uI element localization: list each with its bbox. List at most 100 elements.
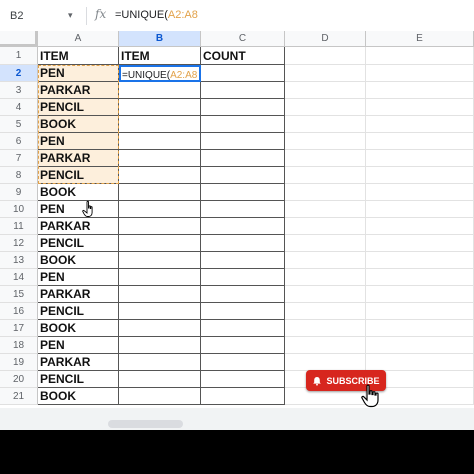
cell-c14[interactable]: [201, 269, 285, 286]
row-header[interactable]: 4: [0, 99, 38, 116]
cell-c10[interactable]: [201, 201, 285, 218]
cell-e16[interactable]: [366, 303, 474, 320]
cell-c19[interactable]: [201, 354, 285, 371]
cell-b21[interactable]: [119, 388, 201, 405]
column-header-b[interactable]: B: [119, 31, 201, 47]
row-header[interactable]: 8: [0, 167, 38, 184]
cell-e17[interactable]: [366, 320, 474, 337]
cell-d1[interactable]: [285, 47, 366, 65]
cell-c9[interactable]: [201, 184, 285, 201]
cell-b19[interactable]: [119, 354, 201, 371]
row-header[interactable]: 14: [0, 269, 38, 286]
cell-e3[interactable]: [366, 82, 474, 99]
cell-a3[interactable]: PARKAR: [38, 82, 119, 99]
row-header[interactable]: 2: [0, 65, 38, 82]
cell-e7[interactable]: [366, 150, 474, 167]
column-header-c[interactable]: C: [201, 31, 285, 47]
cell-d6[interactable]: [285, 133, 366, 150]
cell-b13[interactable]: [119, 252, 201, 269]
cell-a4[interactable]: PENCIL: [38, 99, 119, 116]
row-header[interactable]: 16: [0, 303, 38, 320]
name-box[interactable]: B2 ▾: [4, 6, 82, 26]
cell-c4[interactable]: [201, 99, 285, 116]
cell-d7[interactable]: [285, 150, 366, 167]
cell-e9[interactable]: [366, 184, 474, 201]
cell-e1[interactable]: [366, 47, 474, 65]
cell-b10[interactable]: [119, 201, 201, 218]
cell-d14[interactable]: [285, 269, 366, 286]
row-header[interactable]: 7: [0, 150, 38, 167]
column-header-a[interactable]: A: [38, 31, 119, 47]
cell-a7[interactable]: PARKAR: [38, 150, 119, 167]
cell-d4[interactable]: [285, 99, 366, 116]
cell-a18[interactable]: PEN: [38, 337, 119, 354]
chevron-down-icon[interactable]: ▾: [68, 10, 73, 21]
cell-e8[interactable]: [366, 167, 474, 184]
cell-b18[interactable]: [119, 337, 201, 354]
cell-a9[interactable]: BOOK: [38, 184, 119, 201]
cell-e18[interactable]: [366, 337, 474, 354]
cell-e13[interactable]: [366, 252, 474, 269]
cell-c1[interactable]: COUNT: [201, 47, 285, 65]
cell-d13[interactable]: [285, 252, 366, 269]
cell-a1[interactable]: ITEM: [38, 47, 119, 65]
cell-d5[interactable]: [285, 116, 366, 133]
row-header[interactable]: 11: [0, 218, 38, 235]
cell-e5[interactable]: [366, 116, 474, 133]
cell-c16[interactable]: [201, 303, 285, 320]
cell-c2[interactable]: [201, 65, 285, 82]
cell-d11[interactable]: [285, 218, 366, 235]
cell-e15[interactable]: [366, 286, 474, 303]
cell-c15[interactable]: [201, 286, 285, 303]
cell-b3[interactable]: [119, 82, 201, 99]
cell-c18[interactable]: [201, 337, 285, 354]
cell-a14[interactable]: PEN: [38, 269, 119, 286]
cell-e11[interactable]: [366, 218, 474, 235]
cell-b5[interactable]: [119, 116, 201, 133]
cell-e19[interactable]: [366, 354, 474, 371]
cell-c3[interactable]: [201, 82, 285, 99]
cell-b20[interactable]: [119, 371, 201, 388]
cell-a2[interactable]: PEN: [38, 65, 119, 82]
row-header[interactable]: 21: [0, 388, 38, 405]
cell-a12[interactable]: PENCIL: [38, 235, 119, 252]
cell-c12[interactable]: [201, 235, 285, 252]
cell-b11[interactable]: [119, 218, 201, 235]
row-header[interactable]: 10: [0, 201, 38, 218]
cell-b1[interactable]: ITEM: [119, 47, 201, 65]
cell-d16[interactable]: [285, 303, 366, 320]
cell-c6[interactable]: [201, 133, 285, 150]
cell-c17[interactable]: [201, 320, 285, 337]
cell-b9[interactable]: [119, 184, 201, 201]
cell-c13[interactable]: [201, 252, 285, 269]
row-header[interactable]: 20: [0, 371, 38, 388]
cell-e6[interactable]: [366, 133, 474, 150]
cell-d9[interactable]: [285, 184, 366, 201]
row-header[interactable]: 6: [0, 133, 38, 150]
cell-c21[interactable]: [201, 388, 285, 405]
cell-c11[interactable]: [201, 218, 285, 235]
row-header[interactable]: 3: [0, 82, 38, 99]
cell-a8[interactable]: PENCIL: [38, 167, 119, 184]
cell-d8[interactable]: [285, 167, 366, 184]
cell-e4[interactable]: [366, 99, 474, 116]
select-all-corner[interactable]: [0, 31, 38, 47]
cell-c5[interactable]: [201, 116, 285, 133]
cell-d17[interactable]: [285, 320, 366, 337]
cell-a17[interactable]: BOOK: [38, 320, 119, 337]
row-header[interactable]: 17: [0, 320, 38, 337]
scrollbar-thumb[interactable]: [108, 420, 183, 428]
row-header[interactable]: 15: [0, 286, 38, 303]
row-header[interactable]: 5: [0, 116, 38, 133]
cell-b4[interactable]: [119, 99, 201, 116]
row-header[interactable]: 18: [0, 337, 38, 354]
row-header[interactable]: 9: [0, 184, 38, 201]
cell-d3[interactable]: [285, 82, 366, 99]
cell-a13[interactable]: BOOK: [38, 252, 119, 269]
cell-d10[interactable]: [285, 201, 366, 218]
cell-a15[interactable]: PARKAR: [38, 286, 119, 303]
cell-d12[interactable]: [285, 235, 366, 252]
active-cell-b2[interactable]: =UNIQUE(A2:A8: [119, 65, 201, 82]
cell-a10[interactable]: PEN: [38, 201, 119, 218]
cell-d19[interactable]: [285, 354, 366, 371]
